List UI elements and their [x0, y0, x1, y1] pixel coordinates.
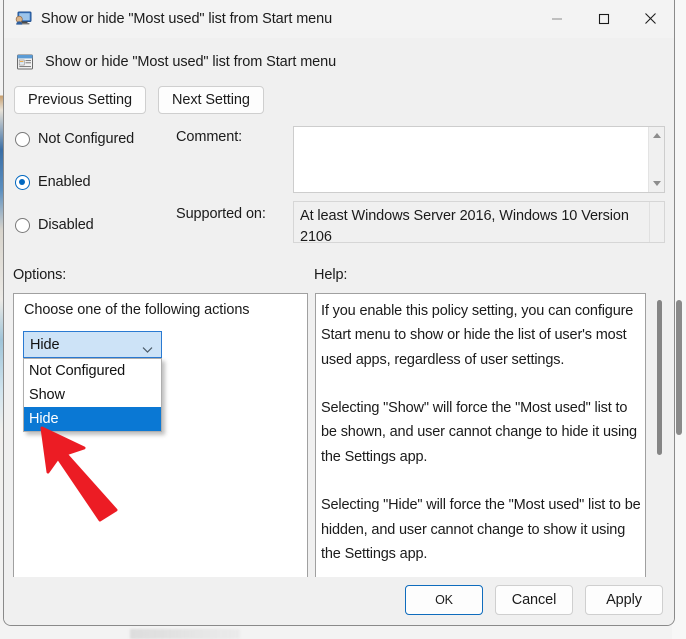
help-paragraph-spacer-1 [321, 372, 641, 396]
setting-title: Show or hide "Most used" list from Start… [45, 54, 337, 70]
help-paragraph-2: Selecting "Show" will force the "Most us… [321, 400, 637, 465]
dropdown-option-not-configured[interactable]: Not Configured [24, 359, 161, 383]
supported-on-label: Supported on: [176, 206, 266, 222]
supported-on-field: At least Windows Server 2016, Windows 10… [293, 201, 665, 243]
supported-on-value: At least Windows Server 2016, Windows 10… [300, 208, 629, 243]
maximize-icon[interactable] [580, 0, 627, 37]
help-paragraph-3: Selecting "Hide" will force the "Most us… [321, 497, 641, 562]
help-panel[interactable]: If you enable this policy setting, you c… [315, 293, 646, 578]
action-combobox-value: Hide [30, 336, 60, 353]
options-prompt: Choose one of the following actions [24, 302, 250, 318]
setting-header: Show or hide "Most used" list from Start… [4, 38, 674, 77]
footer-buttons: OK Cancel Apply [405, 585, 663, 615]
help-paragraph-spacer-2 [321, 469, 641, 493]
help-panel-scrollbar-thumb[interactable] [657, 300, 662, 455]
comment-input[interactable] [293, 126, 665, 193]
radio-enabled-dot[interactable] [15, 174, 30, 190]
radio-disabled-label: Disabled [38, 217, 94, 233]
state-and-comment-area: Not Configured Enabled Disabled Comment: [4, 126, 674, 243]
supported-on-scroll-track[interactable] [649, 202, 664, 242]
radio-not-configured-dot[interactable] [15, 131, 30, 147]
help-panel-scrollbar[interactable] [656, 300, 664, 455]
policy-setting-dialog: Show or hide "Most used" list from Start… [3, 0, 675, 626]
radio-not-configured[interactable]: Not Configured [15, 126, 175, 152]
options-section-label: Options: [13, 267, 67, 283]
scroll-down-icon[interactable] [649, 176, 665, 191]
window-title: Show or hide "Most used" list from Start… [41, 10, 333, 27]
radio-enabled[interactable]: Enabled [15, 169, 175, 195]
dialog-footer: OK Cancel Apply [4, 577, 674, 625]
radio-disabled[interactable]: Disabled [15, 212, 175, 238]
ok-button[interactable]: OK [405, 585, 483, 615]
close-icon[interactable] [627, 0, 674, 37]
radio-disabled-dot[interactable] [15, 217, 30, 233]
help-paragraph-1: If you enable this policy setting, you c… [321, 303, 634, 368]
action-combobox-dropdown[interactable]: Not Configured Show Hide [23, 358, 162, 432]
comment-label: Comment: [176, 129, 243, 145]
state-radio-group: Not Configured Enabled Disabled [15, 126, 175, 238]
dropdown-option-hide[interactable]: Hide [24, 407, 161, 431]
radio-not-configured-label: Not Configured [38, 131, 135, 147]
scroll-up-icon[interactable] [649, 128, 665, 143]
previous-setting-button[interactable]: Previous Setting [14, 86, 146, 114]
radio-enabled-label: Enabled [38, 174, 91, 190]
screenshot-root: Show or hide "Most used" list from Start… [0, 0, 686, 639]
policy-document-icon [16, 53, 34, 71]
help-section-label: Help: [314, 267, 348, 283]
next-setting-button[interactable]: Next Setting [158, 86, 264, 114]
page-scrollbar-thumb[interactable] [676, 300, 682, 435]
title-bar[interactable]: Show or hide "Most used" list from Start… [4, 0, 674, 38]
minimize-icon[interactable] [533, 0, 580, 37]
background-bottom-edge [0, 625, 686, 639]
comment-scrollbar[interactable] [648, 127, 664, 192]
setting-nav-buttons: Previous Setting Next Setting [4, 77, 674, 114]
action-combobox[interactable]: Hide [23, 331, 162, 358]
options-panel: Choose one of the following actions Hide… [13, 293, 308, 578]
apply-button[interactable]: Apply [585, 585, 663, 615]
background-ghost-text [130, 629, 240, 639]
window-controls [533, 0, 674, 37]
policy-setting-window-icon [15, 10, 32, 27]
chevron-down-icon[interactable] [142, 341, 153, 359]
help-text: If you enable this policy setting, you c… [316, 294, 645, 566]
cancel-button[interactable]: Cancel [495, 585, 573, 615]
dropdown-option-show[interactable]: Show [24, 383, 161, 407]
